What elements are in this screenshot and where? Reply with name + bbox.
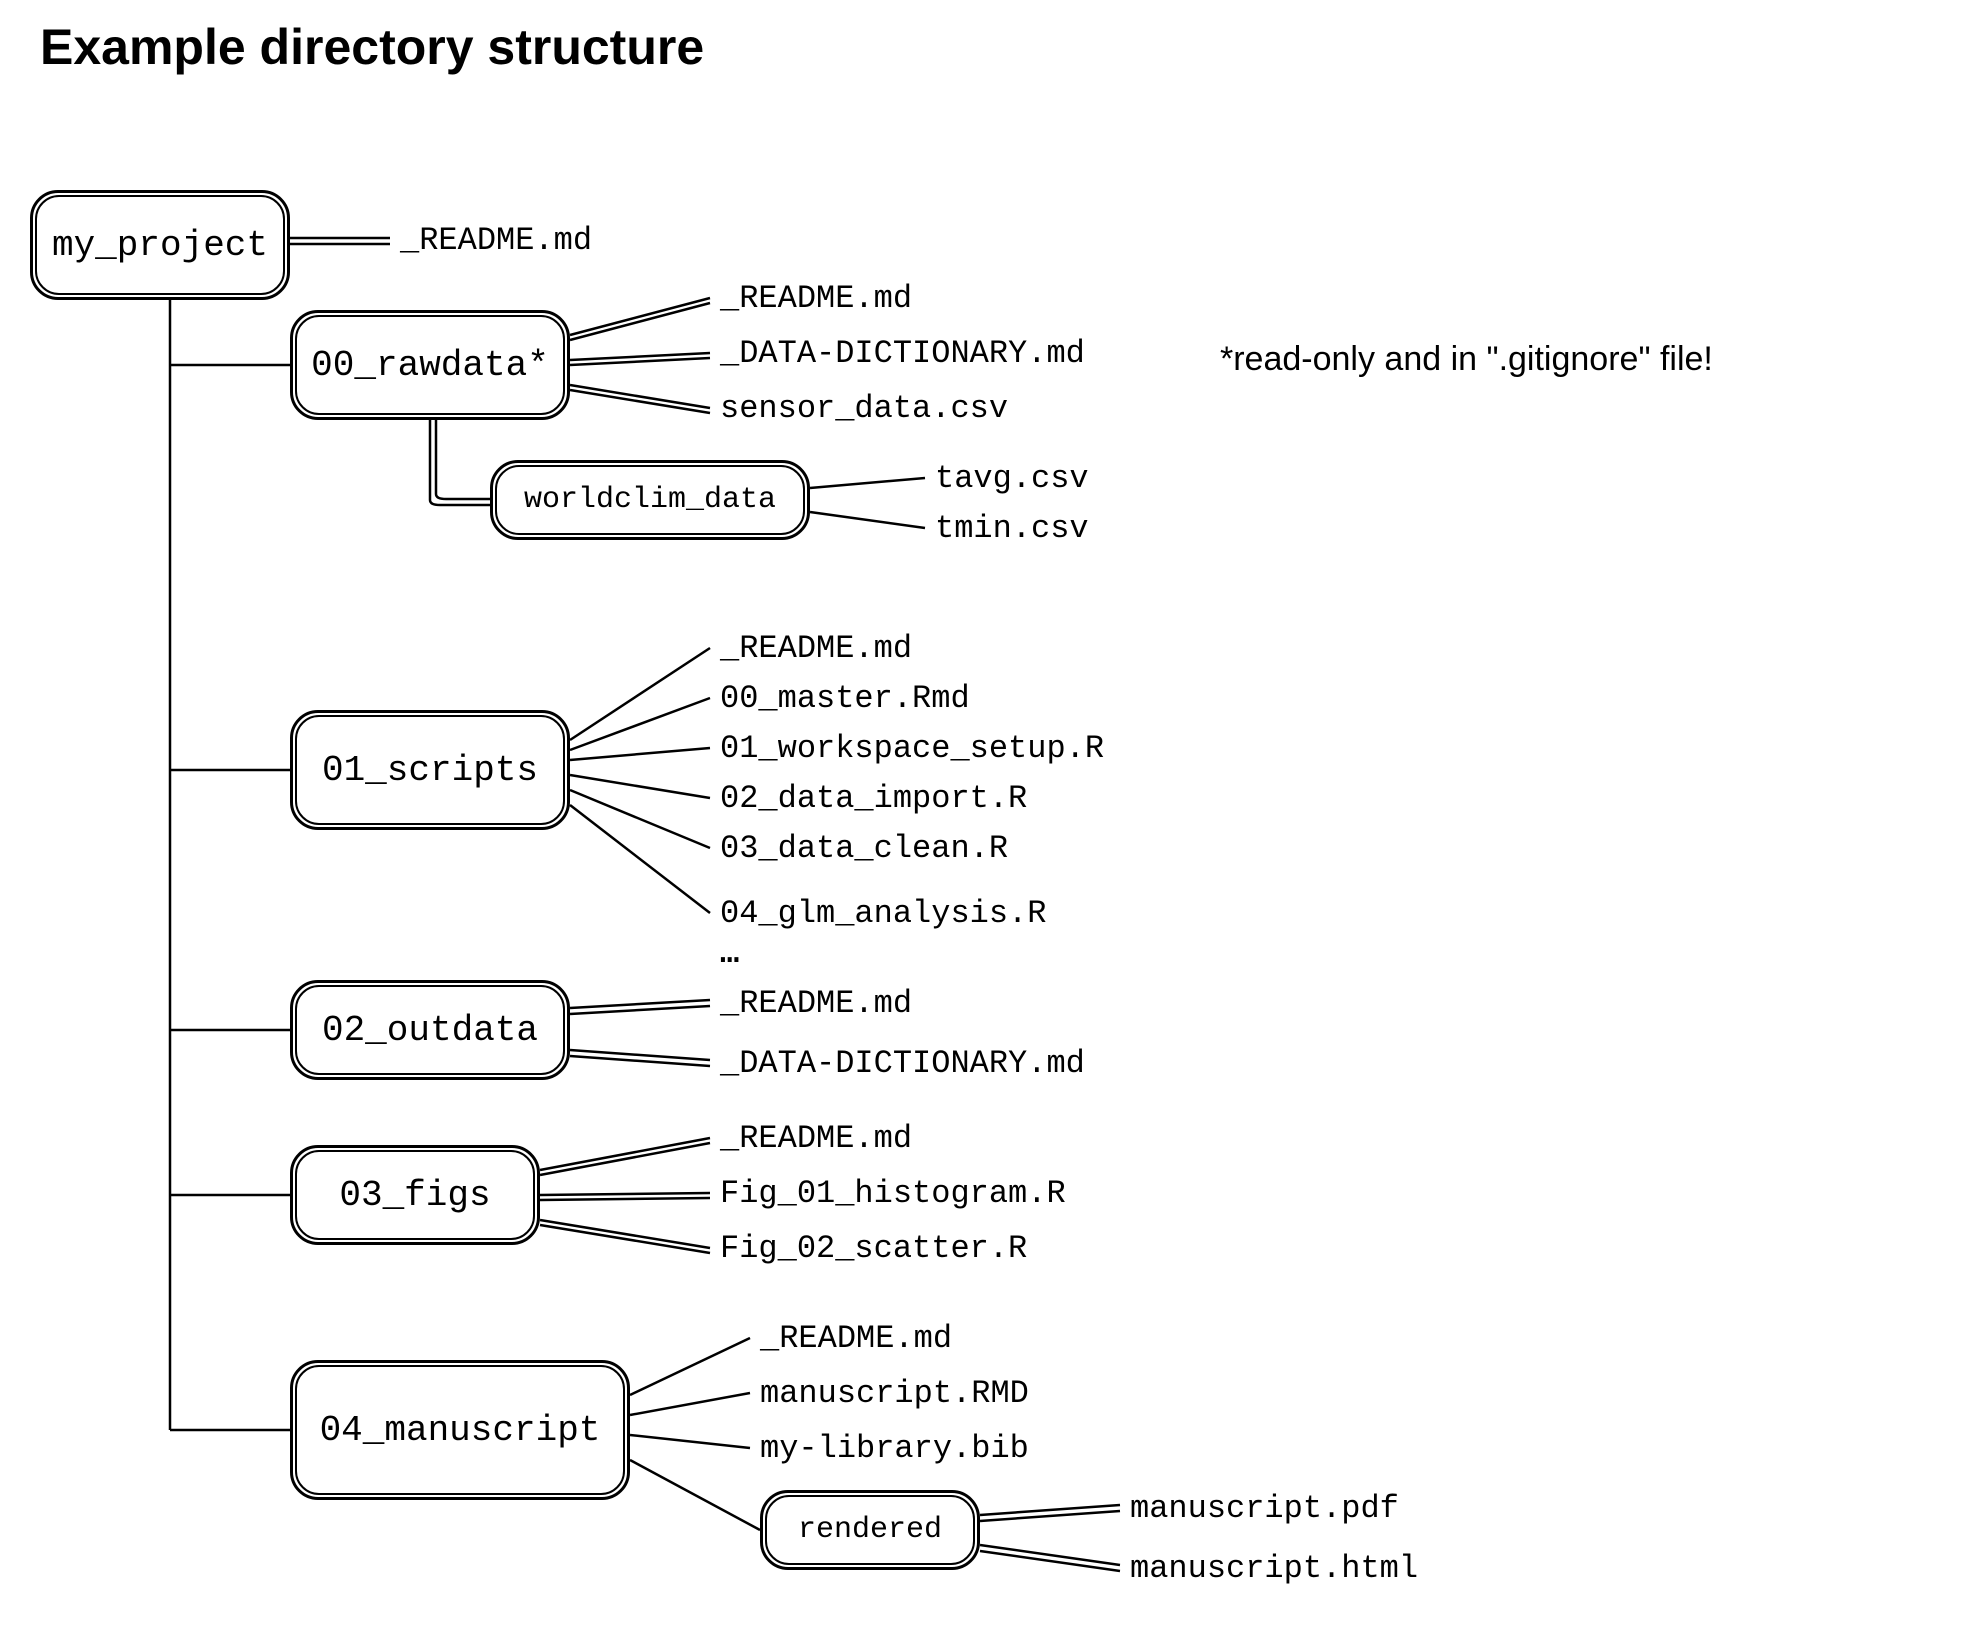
file-label: sensor_data.csv xyxy=(720,390,1008,427)
file-label: tmin.csv xyxy=(935,510,1089,547)
file-label: 02_data_import.R xyxy=(720,780,1027,817)
file-label: 00_master.Rmd xyxy=(720,680,970,717)
file-label: _README.md xyxy=(400,222,592,259)
file-label: Fig_01_histogram.R xyxy=(720,1175,1066,1212)
file-label: 04_glm_analysis.R xyxy=(720,895,1046,932)
file-label: _DATA-DICTIONARY.md xyxy=(720,335,1085,372)
annotation-gitignore: *read-only and in ".gitignore" file! xyxy=(1220,340,1713,379)
file-label: 01_workspace_setup.R xyxy=(720,730,1104,767)
dir-02-outdata: 02_outdata xyxy=(290,980,570,1080)
file-label: _DATA-DICTIONARY.md xyxy=(720,1045,1085,1082)
file-label: my-library.bib xyxy=(760,1430,1029,1467)
diagram-canvas: Example directory structure my_project _… xyxy=(0,0,1977,1650)
file-label: 03_data_clean.R xyxy=(720,830,1008,867)
dir-worldclim-data: worldclim_data xyxy=(490,460,810,540)
dir-my-project: my_project xyxy=(30,190,290,300)
file-label: Fig_02_scatter.R xyxy=(720,1230,1027,1267)
file-label: _README.md xyxy=(720,985,912,1022)
dir-03-figs: 03_figs xyxy=(290,1145,540,1245)
file-label: _README.md xyxy=(720,280,912,317)
file-label: manuscript.html xyxy=(1130,1550,1418,1587)
file-label: _README.md xyxy=(720,630,912,667)
file-label: _README.md xyxy=(720,1120,912,1157)
file-label: tavg.csv xyxy=(935,460,1089,497)
file-label: _README.md xyxy=(760,1320,952,1357)
dir-rendered: rendered xyxy=(760,1490,980,1570)
file-label-ellipsis: … xyxy=(720,935,739,972)
file-label: manuscript.RMD xyxy=(760,1375,1029,1412)
dir-01-scripts: 01_scripts xyxy=(290,710,570,830)
dir-00-rawdata: 00_rawdata* xyxy=(290,310,570,420)
diagram-title: Example directory structure xyxy=(40,18,704,76)
dir-04-manuscript: 04_manuscript xyxy=(290,1360,630,1500)
file-label: manuscript.pdf xyxy=(1130,1490,1399,1527)
